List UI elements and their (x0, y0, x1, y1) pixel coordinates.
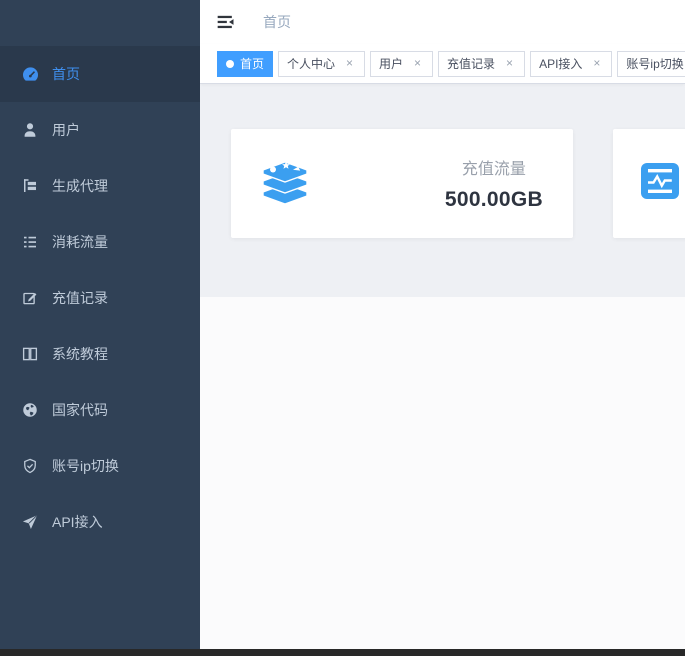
sidebar-collapse-icon[interactable] (215, 11, 237, 33)
tab-label: 个人中心 (287, 55, 335, 72)
sidebar-item-generate-proxy[interactable]: 生成代理 (0, 158, 200, 214)
recharge-traffic-card: 充值流量 500.00GB (231, 129, 573, 238)
chart-monitor-icon (641, 163, 679, 204)
sidebar-item-label: 用户 (52, 120, 80, 140)
tab-api-access[interactable]: API接入 × (530, 51, 612, 77)
user-icon (20, 120, 40, 140)
sidebar-item-tutorials[interactable]: 系统教程 (0, 326, 200, 382)
sidebar-item-home[interactable]: 首页 (0, 46, 200, 102)
tab-label: 首页 (240, 55, 264, 72)
dashboard-icon (20, 64, 40, 84)
tab-profile[interactable]: 个人中心 × (278, 51, 365, 77)
sidebar: 首页 用户 生成代理 (0, 0, 200, 649)
sidebar-item-country-codes[interactable]: 国家代码 (0, 382, 200, 438)
sidebar-item-label: 国家代码 (52, 400, 108, 420)
tab-home[interactable]: 首页 (217, 51, 273, 77)
edit-icon (20, 288, 40, 308)
tab-users[interactable]: 用户 × (370, 51, 433, 77)
shield-check-icon (20, 456, 40, 476)
tree-icon (20, 176, 40, 196)
close-icon[interactable]: × (343, 57, 356, 70)
active-tab-dot (226, 60, 234, 68)
sidebar-item-label: API接入 (52, 512, 103, 532)
stats-panel: 充值流量 500.00GB (200, 84, 685, 297)
sidebar-item-label: 账号ip切换 (52, 456, 119, 476)
sidebar-item-recharge-records[interactable]: 充值记录 (0, 270, 200, 326)
app-window: 首页 用户 生成代理 (0, 0, 685, 656)
stat-value: 500.00GB (445, 188, 543, 212)
stat-label: 充值流量 (445, 155, 543, 179)
tab-account-ip-switch[interactable]: 账号ip切换 × (617, 51, 685, 77)
tab-recharge-records[interactable]: 充值记录 × (438, 51, 525, 77)
book-icon (20, 344, 40, 364)
sidebar-item-label: 系统教程 (52, 344, 108, 364)
tab-label: 用户 (379, 55, 403, 72)
taskbar-edge (0, 649, 685, 656)
database-stack-icon (259, 158, 311, 209)
send-icon (20, 512, 40, 532)
sidebar-item-label: 首页 (52, 64, 80, 84)
globe-icon (20, 400, 40, 420)
sidebar-item-label: 消耗流量 (52, 232, 108, 252)
breadcrumb[interactable]: 首页 (263, 12, 291, 32)
tab-label: 充值记录 (447, 55, 495, 72)
sidebar-item-account-ip-switch[interactable]: 账号ip切换 (0, 438, 200, 494)
main-area: 首页 首页 个人中心 × 用户 × 充值记录 × API接入 × (200, 0, 685, 649)
top-navbar: 首页 (200, 0, 685, 44)
stat-block: 充值流量 500.00GB (445, 155, 543, 212)
sidebar-item-traffic-usage[interactable]: 消耗流量 (0, 214, 200, 270)
close-icon[interactable]: × (590, 57, 603, 70)
tab-label: API接入 (539, 55, 582, 72)
close-icon[interactable]: × (411, 57, 424, 70)
sidebar-item-label: 生成代理 (52, 176, 108, 196)
sidebar-item-users[interactable]: 用户 (0, 102, 200, 158)
sidebar-item-label: 充值记录 (52, 288, 108, 308)
list-icon (20, 232, 40, 252)
sidebar-item-api-access[interactable]: API接入 (0, 494, 200, 550)
tab-label: 账号ip切换 (626, 55, 683, 72)
secondary-stat-card (613, 129, 685, 238)
close-icon[interactable]: × (503, 57, 516, 70)
tabs-bar: 首页 个人中心 × 用户 × 充值记录 × API接入 × 账号ip切换 × (200, 44, 685, 84)
